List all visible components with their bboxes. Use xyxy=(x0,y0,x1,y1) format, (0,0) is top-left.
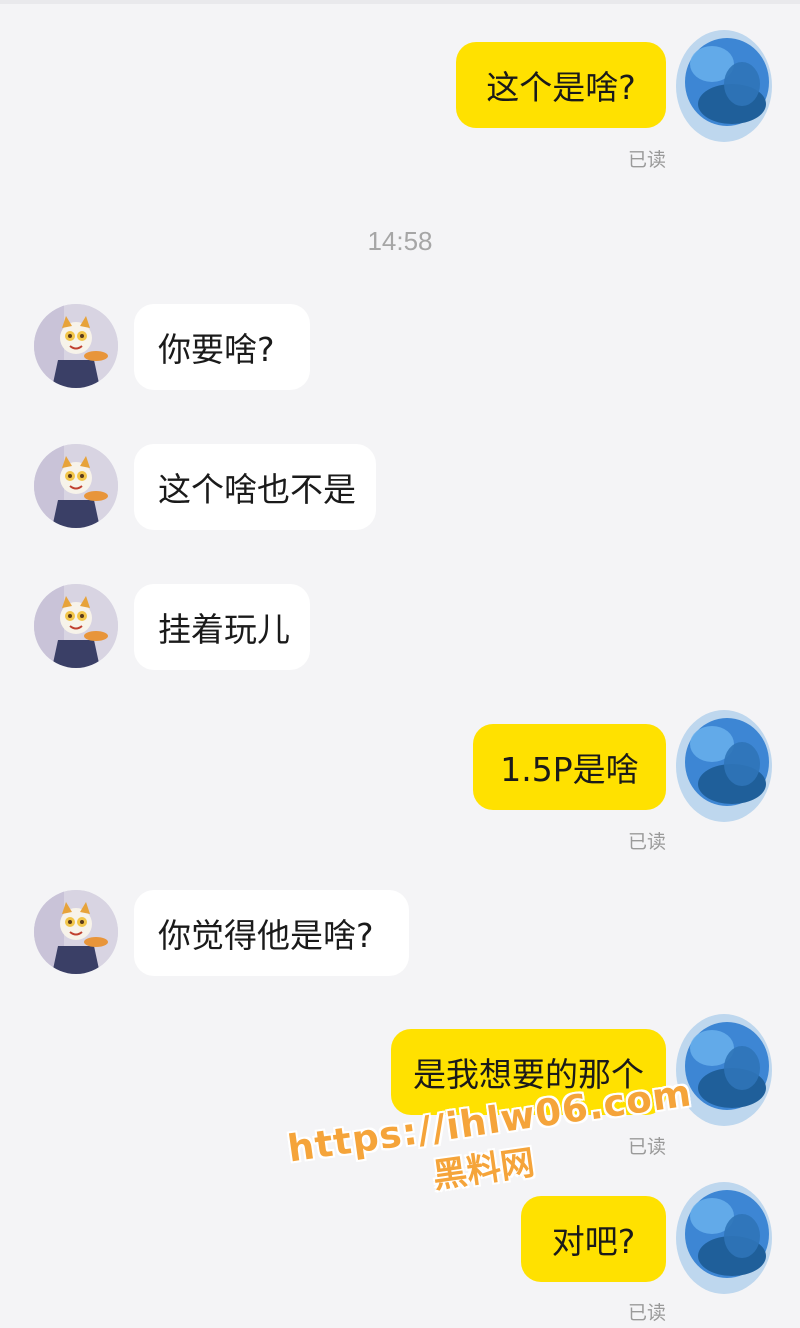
my-avatar[interactable] xyxy=(672,24,776,148)
contact-avatar[interactable] xyxy=(34,890,118,974)
cartoon-cat-avatar-icon xyxy=(34,444,118,528)
message-bubble-incoming[interactable]: 这个啥也不是 xyxy=(134,444,376,530)
message-text: 这个啥也不是 xyxy=(158,470,356,509)
chat-timestamp: 14:58 xyxy=(367,226,433,256)
my-avatar[interactable] xyxy=(672,704,776,828)
message-text: 你觉得他是啥? xyxy=(158,916,374,955)
blurred-blue-avatar-icon xyxy=(676,1014,772,1126)
contact-avatar[interactable] xyxy=(34,584,118,668)
message-text: 是我想要的那个 xyxy=(413,1055,644,1094)
message-text: 1.5P是啥 xyxy=(500,750,639,789)
message-bubble-incoming[interactable]: 你觉得他是啥? xyxy=(134,890,409,976)
message-bubble-incoming[interactable]: 挂着玩儿 xyxy=(134,584,310,670)
message-bubble-incoming[interactable]: 你要啥? xyxy=(134,304,310,390)
blurred-blue-avatar-icon xyxy=(676,30,772,142)
blurred-blue-avatar-icon xyxy=(676,1182,772,1294)
blurred-blue-avatar-icon xyxy=(676,710,772,822)
read-status: 已读 xyxy=(628,831,667,853)
top-divider xyxy=(0,0,800,4)
message-text: 挂着玩儿 xyxy=(158,610,290,649)
contact-avatar[interactable] xyxy=(34,304,118,388)
my-avatar[interactable] xyxy=(672,1176,776,1300)
message-bubble-outgoing[interactable]: 对吧? xyxy=(521,1196,666,1282)
cartoon-cat-avatar-icon xyxy=(34,584,118,668)
read-status: 已读 xyxy=(628,1136,667,1158)
read-status: 已读 xyxy=(628,1302,667,1324)
message-text: 你要啥? xyxy=(158,330,275,369)
message-text: 这个是啥? xyxy=(486,68,636,107)
message-bubble-outgoing[interactable]: 这个是啥? xyxy=(456,42,666,128)
my-avatar[interactable] xyxy=(672,1008,776,1132)
message-bubble-outgoing[interactable]: 1.5P是啥 xyxy=(473,724,666,810)
read-status: 已读 xyxy=(628,149,667,171)
cartoon-cat-avatar-icon xyxy=(34,304,118,388)
cartoon-cat-avatar-icon xyxy=(34,890,118,974)
contact-avatar[interactable] xyxy=(34,444,118,528)
message-bubble-outgoing[interactable]: 是我想要的那个 xyxy=(391,1029,666,1115)
message-text: 对吧? xyxy=(551,1222,636,1261)
